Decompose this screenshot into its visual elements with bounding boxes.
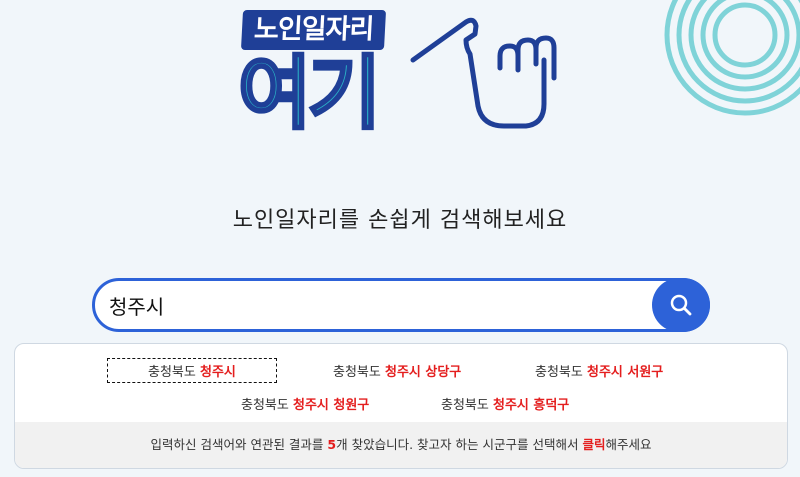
- results-summary: 입력하신 검색어와 연관된 결과를 5개 찾았습니다. 찾고자 하는 시군구를 …: [15, 422, 787, 468]
- result-item[interactable]: 충청북도 청주시 서원구: [535, 361, 663, 380]
- search-input[interactable]: [109, 286, 629, 324]
- result-item[interactable]: 충청북도 청주시 청원구: [241, 394, 369, 413]
- decorative-arcs: [664, 0, 800, 116]
- search-results-panel: 충청북도 청주시 충청북도 청주시 상당구 충청북도 청주시 서원구 충청북도 …: [14, 343, 788, 469]
- page-tagline: 노인일자리를 손쉽게 검색해보세요: [232, 208, 568, 233]
- pointing-hand-icon: [410, 17, 557, 129]
- result-item[interactable]: 충청북도 청주시 상당구: [333, 361, 461, 380]
- result-item[interactable]: 충청북도 청주시: [107, 358, 277, 383]
- search-bar: [92, 278, 710, 332]
- search-icon: [670, 294, 692, 316]
- results-count: 5: [327, 437, 337, 452]
- logo-main-text: 여기: [236, 46, 382, 142]
- site-logo[interactable]: 노인일자리 여기: [228, 8, 568, 148]
- result-item[interactable]: 충청북도 청주시 흥덕구: [441, 394, 569, 413]
- search-button[interactable]: [652, 278, 710, 332]
